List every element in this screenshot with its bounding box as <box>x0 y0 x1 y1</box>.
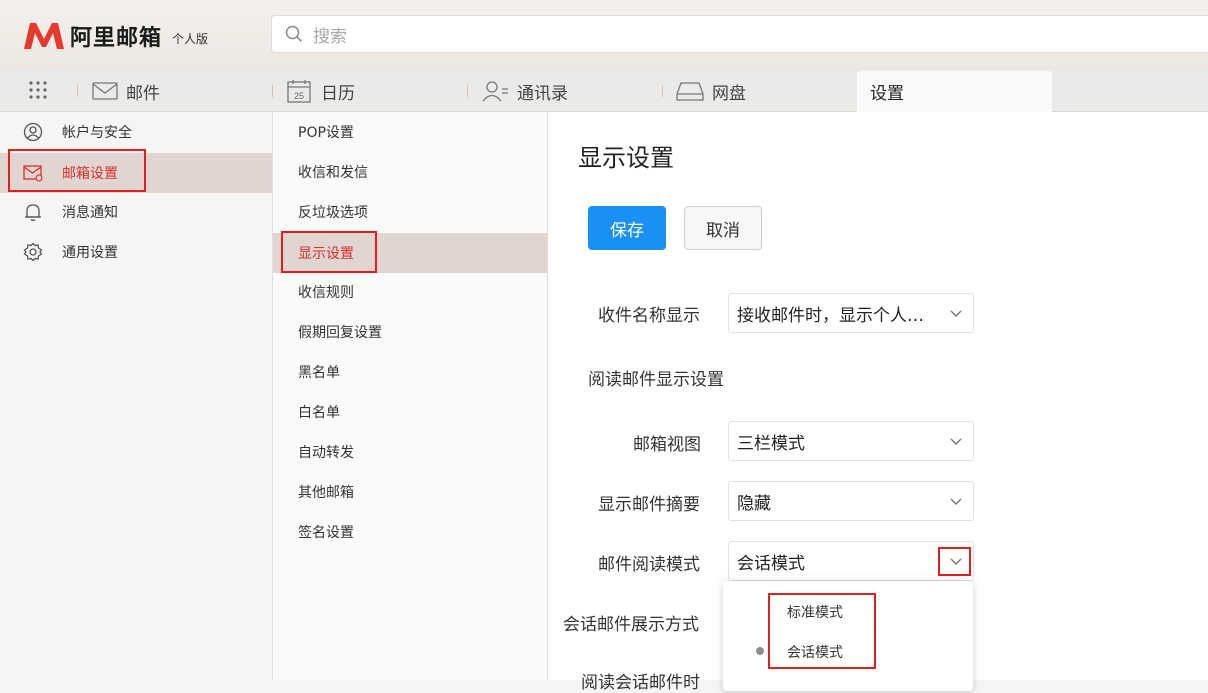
summary-label: 显示邮件摘要 <box>598 495 700 515</box>
nav-tab-contacts[interactable]: 通讯录 <box>481 70 568 112</box>
main-nav: 邮件 25 日历 通讯录 网盘 设置 <box>0 70 1208 112</box>
submenu-item-label: 显示设置 <box>298 246 354 262</box>
mailbox-view-select[interactable]: 三栏模式 <box>728 421 974 461</box>
dropdown-option-standard[interactable]: 标准模式 <box>787 602 843 622</box>
submenu-item-label: 收信规则 <box>298 285 354 301</box>
submenu-item-label: 自动转发 <box>298 445 354 461</box>
submenu-item-label: 黑名单 <box>298 365 340 381</box>
reading-section-heading: 阅读邮件显示设置 <box>588 370 724 390</box>
summary-select[interactable]: 隐藏 <box>728 481 974 521</box>
submenu-item-label: 假期回复设置 <box>298 325 382 341</box>
submenu-item-other-mailboxes[interactable]: 其他邮箱 <box>273 472 547 512</box>
conversation-read-label: 阅读会话邮件时 <box>581 673 700 693</box>
sender-name-label: 收件名称显示 <box>598 306 700 326</box>
select-value: 三栏模式 <box>737 433 805 454</box>
brand-edition: 个人版 <box>172 31 209 46</box>
mailbox-settings-submenu: POP设置 收信和发信 反垃圾选项 显示设置 收信规则 假期回复设置 黑名单 白… <box>273 112 548 680</box>
read-mode-dropdown: 标准模式 会话模式 <box>723 581 973 691</box>
selected-dot-icon <box>756 647 764 655</box>
submenu-item-label: 白名单 <box>298 405 340 421</box>
submenu-item-label: 签名设置 <box>298 525 354 541</box>
chevron-down-icon <box>950 498 962 505</box>
gear-icon <box>23 242 43 262</box>
chevron-down-icon <box>950 310 962 317</box>
submenu-item-vacation-reply[interactable]: 假期回复设置 <box>273 312 547 352</box>
nav-tab-label: 邮件 <box>126 83 160 104</box>
top-header: 阿里邮箱 个人版 搜索 <box>0 0 1208 70</box>
chevron-down-icon[interactable] <box>949 554 963 568</box>
nav-tab-label: 日历 <box>321 83 355 104</box>
nav-divider <box>272 85 273 97</box>
sidebar-item-account-security[interactable]: 帐户与安全 <box>0 112 272 152</box>
nav-tab-label: 通讯录 <box>517 83 568 104</box>
user-icon <box>23 122 43 142</box>
sidebar-item-notifications[interactable]: 消息通知 <box>0 192 272 232</box>
submenu-item-label: 反垃圾选项 <box>298 205 368 221</box>
nav-tab-settings[interactable]: 设置 <box>857 71 1052 112</box>
search-input[interactable]: 搜索 <box>313 22 347 47</box>
nav-tab-label: 网盘 <box>712 83 746 104</box>
nav-divider <box>77 85 78 97</box>
submenu-item-label: 收信和发信 <box>298 165 368 181</box>
submenu-item-rules[interactable]: 收信规则 <box>273 272 547 312</box>
brand-logo[interactable]: 阿里邮箱 个人版 <box>22 20 208 52</box>
nav-tab-calendar[interactable]: 25 日历 <box>287 70 355 112</box>
sidebar-item-general-settings[interactable]: 通用设置 <box>0 232 272 272</box>
submenu-item-auto-forward[interactable]: 自动转发 <box>273 432 547 472</box>
nav-tab-drive[interactable]: 网盘 <box>676 70 746 112</box>
search-icon <box>285 25 303 43</box>
nav-divider <box>662 85 663 97</box>
dropdown-option-conversation[interactable]: 会话模式 <box>787 642 843 662</box>
aliyun-mail-logo-icon <box>24 23 64 49</box>
sidebar-item-mailbox-settings[interactable]: 邮箱设置 <box>0 153 272 193</box>
sender-name-select[interactable]: 接收邮件时，显示个人… <box>728 293 974 333</box>
read-mode-select[interactable]: 会话模式 <box>728 541 974 581</box>
chevron-down-icon <box>950 438 962 445</box>
submenu-item-anti-spam[interactable]: 反垃圾选项 <box>273 192 547 232</box>
submenu-item-blacklist[interactable]: 黑名单 <box>273 352 547 392</box>
sidebar-item-label: 消息通知 <box>62 205 118 221</box>
cancel-button[interactable]: 取消 <box>684 206 762 250</box>
sidebar-item-label: 邮箱设置 <box>62 166 118 182</box>
mail-icon <box>92 82 118 100</box>
page-title: 显示设置 <box>578 144 674 172</box>
select-value: 隐藏 <box>737 493 771 514</box>
select-value: 会话模式 <box>737 553 805 574</box>
nav-divider <box>467 85 468 97</box>
submenu-item-send-receive[interactable]: 收信和发信 <box>273 152 547 192</box>
mail-settings-icon <box>23 165 43 182</box>
search-box[interactable]: 搜索 <box>271 15 1208 53</box>
conversation-display-label: 会话邮件展示方式 <box>563 615 699 635</box>
brand-name: 阿里邮箱 <box>70 26 163 51</box>
calendar-icon: 25 <box>287 80 311 103</box>
submenu-item-whitelist[interactable]: 白名单 <box>273 392 547 432</box>
bell-icon <box>25 204 41 222</box>
settings-sidebar: 帐户与安全 邮箱设置 消息通知 通用设置 <box>0 112 273 680</box>
submenu-item-label: POP设置 <box>298 125 354 141</box>
submenu-item-display[interactable]: 显示设置 <box>273 233 547 273</box>
save-button[interactable]: 保存 <box>588 206 666 250</box>
nav-tab-label: 设置 <box>870 84 904 104</box>
calendar-date-text: 25 <box>294 91 304 101</box>
apps-grid-icon[interactable] <box>28 80 48 100</box>
submenu-item-signature[interactable]: 签名设置 <box>273 512 547 552</box>
sidebar-item-label: 通用设置 <box>62 245 118 261</box>
submenu-item-pop[interactable]: POP设置 <box>273 112 547 152</box>
submenu-item-label: 其他邮箱 <box>298 485 354 501</box>
nav-tab-mail[interactable]: 邮件 <box>92 70 160 112</box>
read-mode-label: 邮件阅读模式 <box>598 555 700 575</box>
drive-icon <box>676 82 704 101</box>
sidebar-item-label: 帐户与安全 <box>62 125 132 141</box>
contacts-icon <box>482 81 508 102</box>
select-value: 接收邮件时，显示个人… <box>737 305 924 326</box>
mailbox-view-label: 邮箱视图 <box>633 435 701 455</box>
